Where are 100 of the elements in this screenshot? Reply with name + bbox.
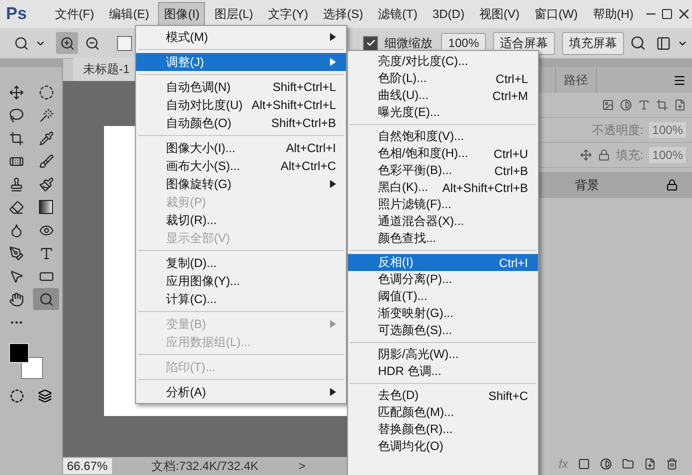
menu-item[interactable]: 阴影/高光(W)...: [348, 346, 538, 363]
foreground-color-swatch[interactable]: [9, 343, 29, 363]
menu-item[interactable]: HDR 色调...: [348, 363, 538, 380]
menu-bar-item[interactable]: 滤镜(T): [372, 2, 424, 26]
brush-icon[interactable]: [38, 154, 54, 168]
pen-icon[interactable]: [8, 246, 24, 260]
menu-item[interactable]: 色彩平衡(B)... Ctrl+B: [348, 162, 538, 179]
image-icon[interactable]: [602, 99, 614, 111]
eraser-icon[interactable]: [8, 200, 24, 214]
folder-icon[interactable]: [622, 458, 634, 470]
menu-item[interactable]: 模式(M): [136, 28, 346, 46]
menu-item[interactable]: 自动色调(N) Shift+Ctrl+L: [136, 78, 346, 96]
new-layer-icon[interactable]: [644, 458, 656, 470]
menu-bar-item[interactable]: 选择(S): [317, 2, 370, 26]
menu-item[interactable]: 图像大小(I)... Alt+Ctrl+I: [136, 139, 346, 157]
check-icon: [366, 38, 376, 48]
menu-item[interactable]: 颜色查找...: [348, 230, 538, 247]
menu-item[interactable]: 曝光度(E)...: [348, 104, 538, 121]
menu-item[interactable]: 画布大小(S)... Alt+Ctrl+C: [136, 157, 346, 175]
menu-item[interactable]: 可选颜色(S)...: [348, 322, 538, 339]
menu-bar-item[interactable]: 帮助(H): [586, 2, 640, 26]
fill-field[interactable]: 100%: [649, 147, 686, 163]
half-circle-icon[interactable]: [620, 99, 632, 111]
menu-item[interactable]: 计算(C)...: [136, 290, 346, 308]
document-size: 文档:732.4K/732.4K: [152, 458, 258, 474]
menu-item[interactable]: 应用图像(Y)...: [136, 272, 346, 290]
menu-bar-item[interactable]: 窗口(W): [528, 2, 584, 26]
search-icon[interactable]: [38, 292, 54, 306]
app-logo: Ps: [6, 4, 27, 24]
menu-item[interactable]: 自动对比度(U) Alt+Shift+Ctrl+L: [136, 96, 346, 114]
menu-item[interactable]: 自然饱和度(V)...: [348, 128, 538, 145]
menu-item[interactable]: 复制(D)...: [136, 254, 346, 272]
menu-icon[interactable]: [673, 74, 686, 86]
opacity-field[interactable]: 100%: [649, 122, 686, 138]
submenu-arrow-icon: [330, 33, 336, 41]
checkbox[interactable]: [363, 36, 378, 50]
type-icon[interactable]: [638, 99, 650, 111]
menu-bar-item[interactable]: 图层(L): [208, 2, 260, 26]
menu-item[interactable]: 分析(A): [136, 383, 346, 401]
menu-bar-item[interactable]: 图像(I): [158, 2, 206, 26]
crop-icon[interactable]: [8, 130, 24, 146]
lock-icon[interactable]: [598, 149, 610, 161]
menu-item[interactable]: 阈值(T)...: [348, 288, 538, 305]
menu-item[interactable]: 替换颜色(R)...: [348, 421, 538, 438]
stamp-icon[interactable]: [8, 176, 24, 192]
menu-item[interactable]: 自动颜色(O) Shift+Ctrl+B: [136, 114, 346, 132]
menu-item[interactable]: 照片滤镜(F)...: [348, 196, 538, 213]
menu-item[interactable]: 色调分离(P)...: [348, 271, 538, 288]
menu-item[interactable]: 亮度/对比度(C)...: [348, 53, 538, 70]
gradient-icon[interactable]: [39, 200, 53, 214]
menu-item[interactable]: 色调均化(O): [348, 438, 538, 455]
wand-icon[interactable]: [38, 108, 54, 122]
lasso-icon[interactable]: [8, 108, 24, 122]
menu-item[interactable]: 裁切(R)...: [136, 211, 346, 229]
menu-item[interactable]: 匹配颜色(M)...: [348, 404, 538, 421]
menu-item[interactable]: 去色(D) Shift+C: [348, 387, 538, 404]
menu-bar-item[interactable]: 文字(Y): [262, 2, 314, 26]
submenu-arrow-icon: [330, 388, 336, 396]
submenu-arrow-icon: [330, 58, 336, 66]
half-circle-icon[interactable]: [600, 458, 612, 470]
menu-bar-item[interactable]: 3D(D): [426, 3, 470, 25]
menu-item[interactable]: 曲线(U)... Ctrl+M: [348, 87, 538, 104]
menu-item[interactable]: 色相/饱和度(H)... Ctrl+U: [348, 145, 538, 162]
paintbrush-icon[interactable]: [38, 176, 54, 192]
menu-item[interactable]: 黑白(K)... Alt+Shift+Ctrl+B: [348, 179, 538, 196]
search-tool[interactable]: [33, 288, 59, 310]
checkbox[interactable]: [117, 36, 132, 50]
menu-item[interactable]: 调整(J): [136, 53, 346, 71]
option-button[interactable]: 填充屏幕: [562, 32, 624, 54]
menu-bar-item[interactable]: 编辑(E): [103, 2, 156, 26]
zoom-field[interactable]: 66.67%: [63, 458, 112, 474]
submenu-arrow-icon: [330, 180, 336, 188]
move-icon[interactable]: [8, 84, 24, 100]
file-icon[interactable]: [674, 99, 686, 111]
background-color-swatch[interactable]: [21, 357, 43, 379]
droplet-icon[interactable]: [8, 222, 24, 238]
menu-item[interactable]: 通道混合器(X)...: [348, 213, 538, 230]
opacity-label: 不透明度:: [592, 122, 644, 138]
eyedropper-icon[interactable]: [38, 130, 54, 146]
fill-label: 填充:: [616, 146, 644, 164]
crop-icon[interactable]: [656, 99, 668, 111]
move-icon[interactable]: [580, 149, 592, 161]
menu-bar-item[interactable]: 文件(F): [48, 2, 100, 26]
layer-row[interactable]: 背景: [537, 172, 692, 198]
pointer-icon[interactable]: [8, 268, 24, 284]
menu-item[interactable]: 图像旋转(G): [136, 175, 346, 193]
hand-icon[interactable]: [8, 292, 24, 306]
layer-name: 背景: [575, 176, 599, 194]
eye-icon[interactable]: [38, 222, 54, 238]
status-arrow[interactable]: >: [298, 459, 306, 473]
zoom-in-icon[interactable]: [56, 32, 78, 54]
menu-item[interactable]: 渐变映射(G)...: [348, 305, 538, 322]
type-icon[interactable]: [38, 246, 54, 260]
checkbox-label: 细微缩放: [384, 34, 432, 52]
menu-item[interactable]: 色阶(L)... Ctrl+L: [348, 70, 538, 87]
trash-icon[interactable]: [666, 458, 678, 470]
menu-item[interactable]: 反相(I) Ctrl+I: [348, 254, 538, 271]
dashed-circle-icon[interactable]: [38, 84, 54, 100]
menu-bar-item[interactable]: 视图(V): [473, 2, 526, 26]
submenu-arrow-icon: [330, 320, 336, 328]
